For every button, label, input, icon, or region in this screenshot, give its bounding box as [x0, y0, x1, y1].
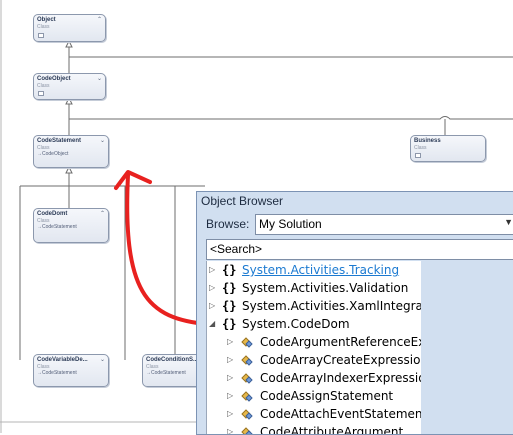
tree-item-class[interactable]: ▷ CodeAttachEventStatement	[227, 406, 421, 424]
class-icon	[241, 337, 253, 348]
search-input[interactable]: <Search>	[206, 239, 513, 260]
class-name: CodeStatement	[37, 138, 82, 144]
tree-item-namespace[interactable]: ▷ {} System.Activities.XamlIntegratic	[209, 298, 421, 316]
expand-arrow-icon[interactable]: ▷	[227, 391, 233, 400]
class-name: CodeVariableDe...	[37, 357, 88, 363]
expand-arrow-icon[interactable]: ▷	[227, 373, 233, 382]
browse-value: My Solution	[259, 217, 322, 231]
namespace-icon: {}	[222, 263, 237, 277]
base-class: →CodeObject	[37, 151, 69, 157]
tree-item-label: System.Activities.Tracking	[242, 263, 400, 277]
namespace-icon: {}	[222, 299, 237, 313]
class-name: Business	[414, 138, 441, 144]
expand-arrow-icon[interactable]: ▷	[209, 265, 215, 274]
class-name: CodeConditionS...	[146, 357, 198, 363]
class-kind: Class	[414, 145, 427, 151]
search-placeholder: <Search>	[210, 242, 263, 256]
class-box-codedomt[interactable]: CodeDomt Class →CodeStatement ⌃	[33, 208, 109, 243]
namespace-icon: {}	[222, 281, 237, 295]
tree-item-label: System.CodeDom	[242, 317, 350, 331]
tree-item-label: CodeArrayCreateExpression	[260, 353, 421, 367]
namespace-icon: {}	[222, 317, 237, 331]
object-browser-window[interactable]: Object Browser Browse: My Solution ▼ <Se…	[196, 191, 513, 435]
class-kind: Class	[37, 83, 50, 89]
tree-item-namespace[interactable]: ▷ {} System.Activities.Validation	[209, 280, 419, 298]
class-box-codecondition[interactable]: CodeConditionS... Class →CodeStatement	[142, 354, 204, 387]
tree-item-namespace[interactable]: ▷ {} System.Activities.Tracking	[209, 262, 419, 280]
class-icon	[38, 91, 44, 96]
collapse-icon[interactable]: ⌃	[97, 16, 102, 23]
class-name: Object	[37, 17, 56, 23]
class-icon	[415, 153, 421, 158]
collapse-arrow-icon[interactable]: ◢	[209, 319, 215, 328]
class-box-codevariable[interactable]: CodeVariableDe... Class →CodeStatement ⌄	[33, 354, 109, 387]
expand-arrow-icon[interactable]: ▷	[209, 283, 215, 292]
tree-item-namespace[interactable]: ◢ {} System.CodeDom	[209, 316, 419, 334]
tree-item-label: CodeAttachEventStatement	[260, 407, 421, 421]
base-class: →CodeStatement	[37, 224, 77, 230]
base-class-name: CodeObject	[42, 151, 69, 157]
object-tree[interactable]: ▷ {} System.Activities.Tracking ▷ {} Sys…	[206, 261, 421, 434]
tree-item-label: CodeArrayIndexerExpression	[260, 371, 421, 385]
tree-item-class[interactable]: ▷ CodeArrayIndexerExpression	[227, 370, 421, 388]
class-name: CodeDomt	[37, 211, 68, 217]
class-box-object[interactable]: Object Class ⌃	[33, 14, 106, 42]
tree-item-class[interactable]: ▷ CodeArgumentReferenceExp	[227, 334, 421, 352]
class-icon	[241, 355, 253, 366]
class-kind: Class	[37, 24, 50, 30]
base-class-name: CodeStatement	[151, 370, 186, 376]
class-box-business[interactable]: Business Class	[410, 135, 486, 162]
class-icon	[241, 409, 253, 420]
tree-item-label: System.Activities.Validation	[242, 281, 409, 295]
tree-item-label: System.Activities.XamlIntegratic	[242, 299, 421, 313]
base-class: →CodeStatement	[146, 370, 186, 376]
dropdown-arrow-icon[interactable]: ▼	[504, 217, 513, 227]
collapse-icon[interactable]: ⌃	[100, 210, 105, 217]
tree-item-class[interactable]: ▷ CodeArrayCreateExpression	[227, 352, 421, 370]
base-class-name: CodeStatement	[42, 224, 77, 230]
class-icon	[241, 391, 253, 402]
expand-arrow-icon[interactable]: ▷	[227, 409, 233, 418]
expand-icon[interactable]: ⌄	[97, 75, 102, 82]
expand-arrow-icon[interactable]: ▷	[227, 337, 233, 346]
window-title: Object Browser	[201, 194, 284, 208]
class-icon	[38, 33, 44, 38]
browse-label: Browse:	[206, 217, 250, 231]
base-class-name: CodeStatement	[42, 370, 77, 376]
tree-item-class[interactable]: ▷ CodeAssignStatement	[227, 388, 419, 406]
expand-icon[interactable]: ⌄	[100, 356, 105, 363]
class-box-codestatement[interactable]: CodeStatement Class →CodeObject ⌄	[33, 135, 109, 168]
expand-arrow-icon[interactable]: ▷	[227, 355, 233, 364]
class-icon	[241, 373, 253, 384]
tree-item-label: CodeArgumentReferenceExp	[260, 335, 421, 349]
browse-dropdown[interactable]: My Solution ▼	[255, 214, 513, 235]
class-name: CodeObject	[37, 76, 71, 82]
class-box-codeobject[interactable]: CodeObject Class ⌄	[33, 73, 106, 100]
base-class: →CodeStatement	[37, 370, 77, 376]
expand-icon[interactable]: ⌄	[100, 137, 105, 144]
tree-item-label: CodeAssignStatement	[260, 389, 394, 403]
expand-arrow-icon[interactable]: ▷	[209, 301, 215, 310]
